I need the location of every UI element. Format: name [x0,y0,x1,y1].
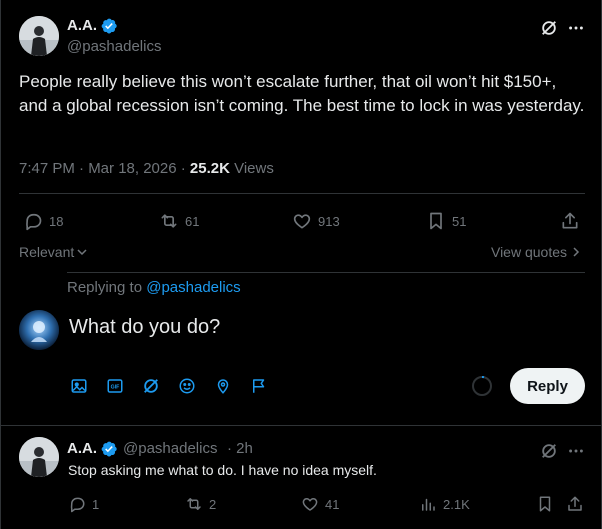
bookmark-count: 51 [452,213,467,229]
repost-count: 61 [185,213,200,229]
reply-count: 18 [49,213,64,229]
character-count-ring-icon [472,376,492,396]
reply-like-action[interactable]: 41 [301,495,339,513]
tweet-detail-panel: A.A. @pashadelics People really believe … [0,0,602,529]
like-count: 913 [318,213,340,229]
reply-like-count: 41 [325,496,340,512]
current-user-avatar[interactable] [19,310,59,350]
reply-author-name[interactable]: A.A. [67,440,97,457]
repost-icon [187,498,201,510]
heart-icon [293,214,311,229]
like-action[interactable]: 913 [292,211,340,231]
bookmark-icon [539,496,551,512]
replying-to: Replying to @pashadelics [67,279,241,296]
bookmark-action[interactable]: 51 [426,211,466,231]
reply-views-count: 2.1K [443,496,470,512]
reply-tweet-text: Stop asking me what to do. I have no ide… [68,462,377,478]
divider-top [19,193,585,194]
reply-action[interactable]: 18 [23,211,63,231]
sort-relevant-dropdown[interactable]: Relevant [19,244,88,260]
author-name[interactable]: A.A. [67,17,97,34]
gif-icon[interactable]: GIF [105,376,125,396]
repost-icon [161,214,177,228]
divider-sort [67,272,585,273]
tweet-timestamp[interactable]: 7:47 PM · Mar 18, 2026 · [19,160,190,177]
share-action[interactable] [560,211,580,231]
reply-repost-action[interactable]: 2 [185,495,216,513]
views-label: Views [229,160,274,177]
analytics-icon [422,498,435,511]
chevron-down-icon [77,249,87,256]
divider-compose [1,425,602,426]
sort-label: Relevant [19,244,75,260]
reply-icon [26,213,42,231]
reply-compose-input[interactable] [69,316,569,339]
tweet-meta: 7:47 PM · Mar 18, 2026 · 25.2K Views [19,160,274,177]
svg-text:GIF: GIF [111,385,121,391]
emoji-icon[interactable] [177,376,197,396]
more-options-icon[interactable] [565,17,587,39]
reply-icon [70,497,85,513]
reply-age[interactable]: · 2h [227,440,253,457]
bookmark-icon [430,212,442,230]
reply-reply-action[interactable]: 1 [68,495,99,513]
replying-handle-link[interactable]: @pashadelics [146,279,240,296]
view-quotes-link[interactable]: View quotes [491,244,581,260]
view-quotes-label: View quotes [490,244,567,260]
reply-author-handle[interactable]: @pashadelics [123,440,217,457]
verified-badge-icon [101,18,117,34]
reply-author-avatar[interactable] [19,437,59,477]
author-avatar[interactable] [19,16,59,56]
location-icon[interactable] [213,376,233,396]
reply-more-options-icon[interactable] [565,440,587,462]
reply-bookmark-action[interactable] [536,495,554,513]
grok-compose-icon[interactable] [141,376,161,396]
media-icon[interactable] [69,376,89,396]
reply-button[interactable]: Reply [510,368,585,404]
reply-repost-count: 2 [209,496,217,512]
flag-icon[interactable] [249,376,269,396]
views-count: 25.2K [189,160,230,177]
heart-icon [302,498,318,511]
reply-views-action[interactable]: 2.1K [419,495,470,513]
grok-icon[interactable] [538,17,560,39]
reply-reply-count: 1 [92,496,100,512]
chevron-right-icon [573,247,580,257]
share-icon [562,212,578,229]
author-handle[interactable]: @pashadelics [67,38,161,55]
repost-action[interactable]: 61 [159,211,199,231]
share-icon [568,496,582,511]
tweet-text: People really believe this won’t escalat… [19,72,585,115]
reply-grok-icon[interactable] [538,440,560,462]
reply-verified-badge-icon [101,441,117,457]
reply-share-action[interactable] [566,495,584,513]
replying-prefix: Replying to [67,279,147,296]
